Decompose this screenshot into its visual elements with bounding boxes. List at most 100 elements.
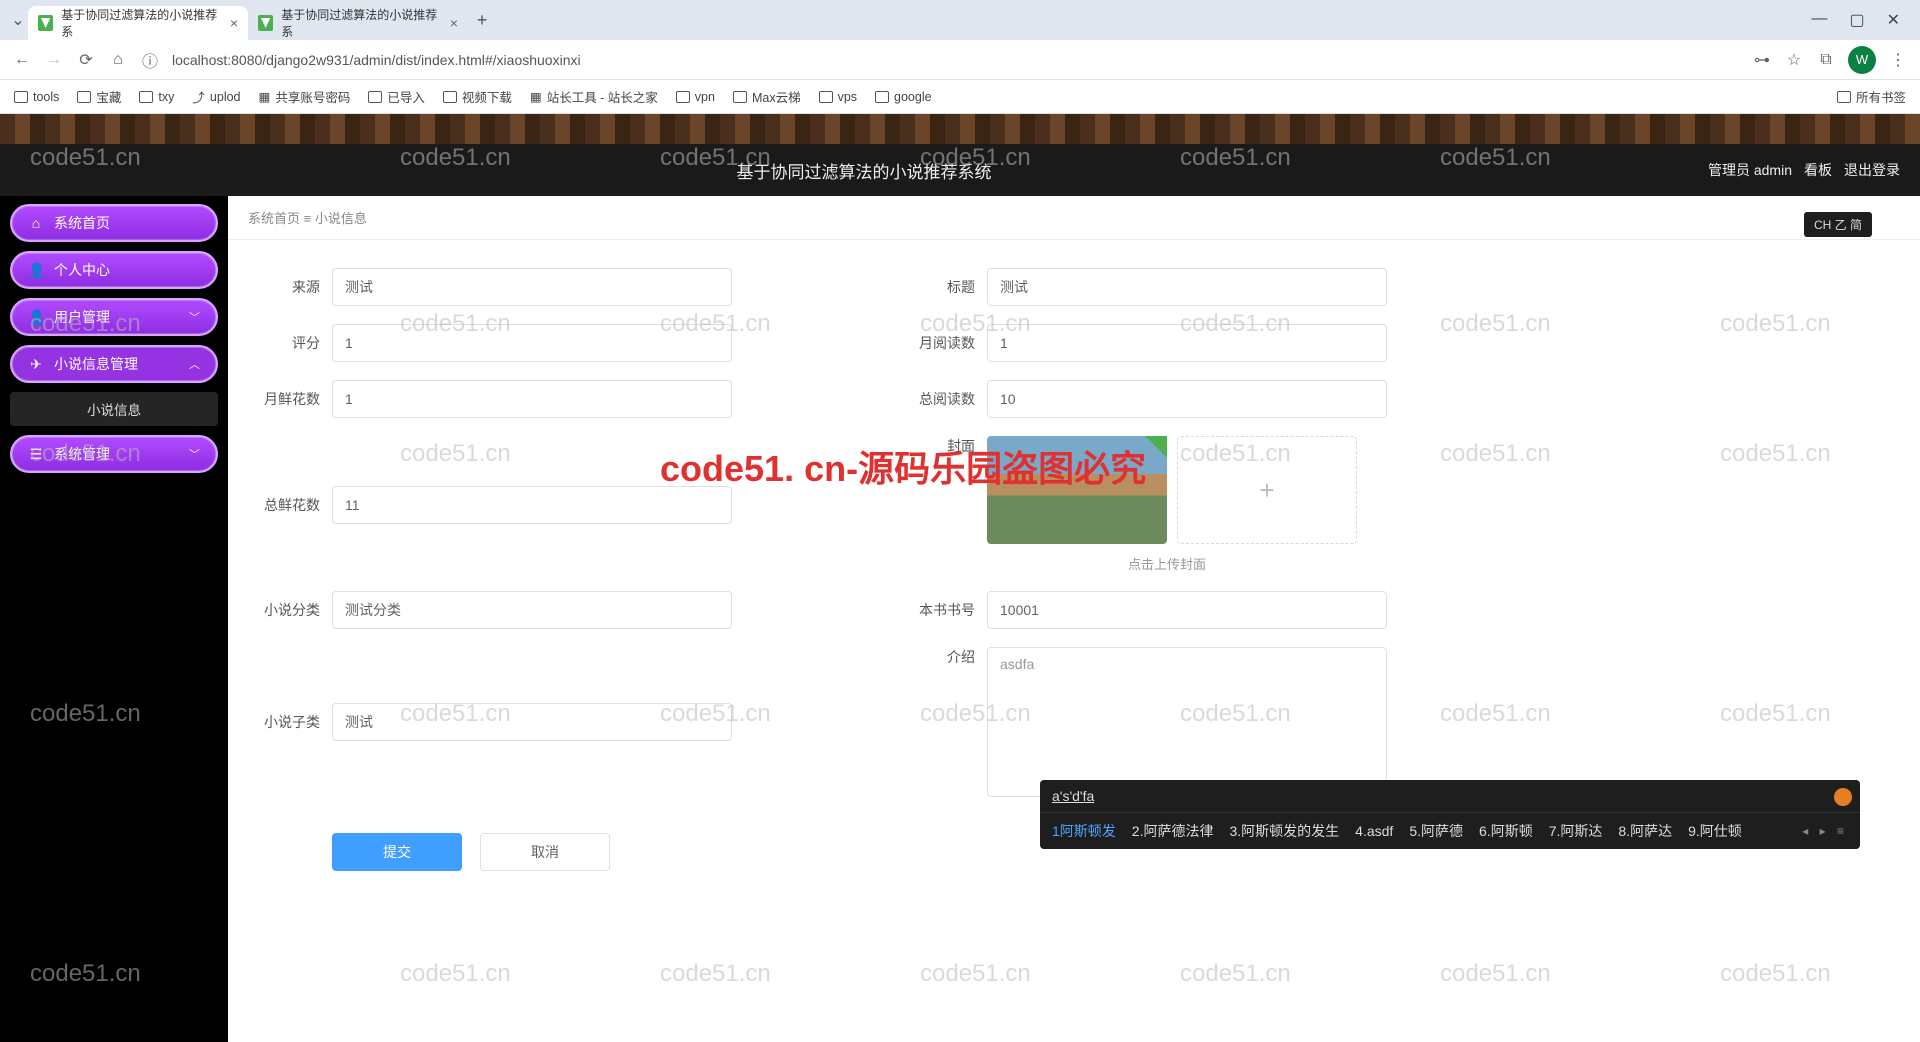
close-tab-icon[interactable]: × — [450, 15, 458, 31]
ime-candidate[interactable]: 1阿斯顿发 — [1052, 821, 1116, 841]
bookmark-link[interactable]: ▦ 共享账号密码 — [259, 87, 351, 106]
input-book-no[interactable] — [987, 591, 1387, 629]
bookmark-folder[interactable]: google — [875, 90, 932, 104]
ime-popup: a's'd'fa 1阿斯顿发 2.阿萨德法律 3.阿斯顿发的发生 4.asdf … — [1040, 780, 1860, 849]
favicon-icon — [38, 15, 53, 31]
ime-candidate[interactable]: 5.阿萨德 — [1409, 821, 1463, 841]
bookmark-link[interactable]: ⤴ uplod — [192, 87, 240, 106]
menu-icon[interactable]: ⋮ — [1888, 50, 1908, 70]
nav-label: 用户管理 — [54, 307, 110, 327]
ime-candidate[interactable]: 7.阿斯达 — [1549, 821, 1603, 841]
input-month-read[interactable] — [987, 324, 1387, 362]
ime-candidate[interactable]: 4.asdf — [1355, 823, 1393, 839]
extensions-icon[interactable]: ⧉ — [1816, 51, 1836, 69]
user-icon: 👤 — [28, 309, 44, 326]
browser-tab[interactable]: 基于协同过滤算法的小说推荐系 × — [248, 6, 468, 40]
admin-label: 管理员 admin — [1708, 160, 1792, 180]
logout-link[interactable]: 退出登录 — [1844, 160, 1900, 180]
ime-input-text: a's'd'fa — [1052, 788, 1094, 804]
ime-indicator[interactable]: CH 乙 简 — [1804, 212, 1872, 237]
key-icon[interactable]: ⊶ — [1752, 50, 1772, 70]
input-score[interactable] — [332, 324, 732, 362]
input-total-flower[interactable] — [332, 486, 732, 524]
maximize-icon[interactable]: ▢ — [1849, 10, 1864, 30]
browser-tab-active[interactable]: 基于协同过滤算法的小说推荐系 × — [28, 6, 248, 40]
list-icon: ☰ — [28, 446, 44, 463]
nav-novel-info[interactable]: ✈小说信息管理︿ — [10, 345, 218, 383]
ime-candidate[interactable]: 8.阿萨达 — [1618, 821, 1672, 841]
label-book-no: 本书书号 — [893, 600, 975, 620]
input-title[interactable] — [987, 268, 1387, 306]
close-window-icon[interactable]: ✕ — [1887, 10, 1900, 30]
decorative-band — [0, 114, 1920, 144]
ime-candidate[interactable]: 3.阿斯顿发的发生 — [1229, 821, 1339, 841]
user-icon: 👤 — [28, 262, 44, 279]
bookmark-folder[interactable]: 宝藏 — [77, 87, 121, 106]
input-subcategory[interactable] — [332, 703, 732, 741]
nav-home[interactable]: ⌂系统首页 — [10, 204, 218, 242]
ime-badge-icon — [1834, 788, 1852, 806]
label-total-flower: 总鲜花数 — [238, 495, 320, 515]
label-intro: 介绍 — [893, 647, 975, 667]
all-bookmarks[interactable]: 所有书签 — [1837, 87, 1906, 106]
label-month-read: 月阅读数 — [893, 333, 975, 353]
chevron-down-icon: ﹀ — [189, 309, 200, 325]
ime-candidate[interactable]: 6.阿斯顿 — [1479, 821, 1533, 841]
home-icon: ⌂ — [28, 215, 44, 231]
reload-icon[interactable]: ⟳ — [76, 50, 96, 70]
bookmark-folder[interactable]: 已导入 — [368, 87, 425, 106]
bookmark-icon[interactable]: ☆ — [1784, 50, 1804, 70]
ime-nav-icon[interactable]: ◂ ▸ ≡ — [1802, 824, 1848, 838]
breadcrumb: 系统首页 ≡ 小说信息 — [228, 196, 1920, 240]
profile-avatar[interactable]: W — [1848, 46, 1876, 74]
close-tab-icon[interactable]: × — [230, 15, 238, 31]
site-info-icon[interactable]: ⓘ — [140, 48, 160, 72]
bookmark-folder[interactable]: 视频下载 — [443, 87, 512, 106]
home-icon[interactable]: ⌂ — [108, 51, 128, 69]
app-title: 基于协同过滤算法的小说推荐系统 — [20, 158, 1708, 183]
bookmark-folder[interactable]: vps — [819, 90, 857, 104]
chevron-down-icon: ﹀ — [189, 446, 200, 462]
bookmark-folder[interactable]: tools — [14, 90, 59, 104]
breadcrumb-current: 小说信息 — [315, 211, 367, 226]
nav-label: 系统管理 — [54, 444, 110, 464]
nav-system[interactable]: ☰ 系统管理 ﹀ — [10, 435, 218, 473]
dashboard-link[interactable]: 看板 — [1804, 160, 1832, 180]
label-score: 评分 — [238, 333, 320, 353]
submit-button[interactable]: 提交 — [332, 833, 462, 871]
input-month-flower[interactable] — [332, 380, 732, 418]
label-month-flower: 月鲜花数 — [238, 389, 320, 409]
label-cover: 封面 — [893, 436, 975, 456]
bookmark-link[interactable]: ▦ 站长工具 - 站长之家 — [530, 87, 658, 106]
ime-candidate[interactable]: 9.阿仕顿 — [1688, 821, 1742, 841]
breadcrumb-root[interactable]: 系统首页 — [248, 211, 300, 226]
label-total-read: 总阅读数 — [893, 389, 975, 409]
label-subcategory: 小说子类 — [238, 712, 320, 732]
forward-icon[interactable]: → — [44, 51, 64, 69]
bookmark-folder[interactable]: txy — [139, 90, 174, 104]
address-bar[interactable]: localhost:8080/django2w931/admin/dist/in… — [172, 52, 1740, 68]
nav-novel-info-sub[interactable]: 小说信息 — [10, 392, 218, 426]
chevron-up-icon: ︿ — [189, 356, 200, 372]
input-total-read[interactable] — [987, 380, 1387, 418]
bookmark-folder[interactable]: vpn — [676, 90, 715, 104]
ime-candidate[interactable]: 2.阿萨德法律 — [1132, 821, 1214, 841]
textarea-intro[interactable]: asdfa — [987, 647, 1387, 797]
input-category[interactable] — [332, 591, 732, 629]
back-icon[interactable]: ← — [12, 51, 32, 69]
label-category: 小说分类 — [238, 600, 320, 620]
nav-users[interactable]: 👤 用户管理 ﹀ — [10, 298, 218, 336]
tab-title: 基于协同过滤算法的小说推荐系 — [61, 6, 222, 40]
bookmark-folder[interactable]: Max云梯 — [733, 87, 801, 106]
minimize-icon[interactable]: — — [1811, 10, 1827, 30]
cancel-button[interactable]: 取消 — [480, 833, 610, 871]
nav-profile[interactable]: 👤 个人中心 — [10, 251, 218, 289]
tab-dropdown-icon[interactable]: ⌄ — [8, 10, 28, 30]
upload-cover-button[interactable]: + — [1177, 436, 1357, 544]
nav-label: 个人中心 — [54, 260, 110, 280]
favicon-icon — [258, 15, 273, 31]
label-source: 来源 — [238, 277, 320, 297]
cover-thumbnail[interactable] — [987, 436, 1167, 544]
new-tab-icon[interactable]: + — [468, 10, 496, 31]
input-source[interactable] — [332, 268, 732, 306]
